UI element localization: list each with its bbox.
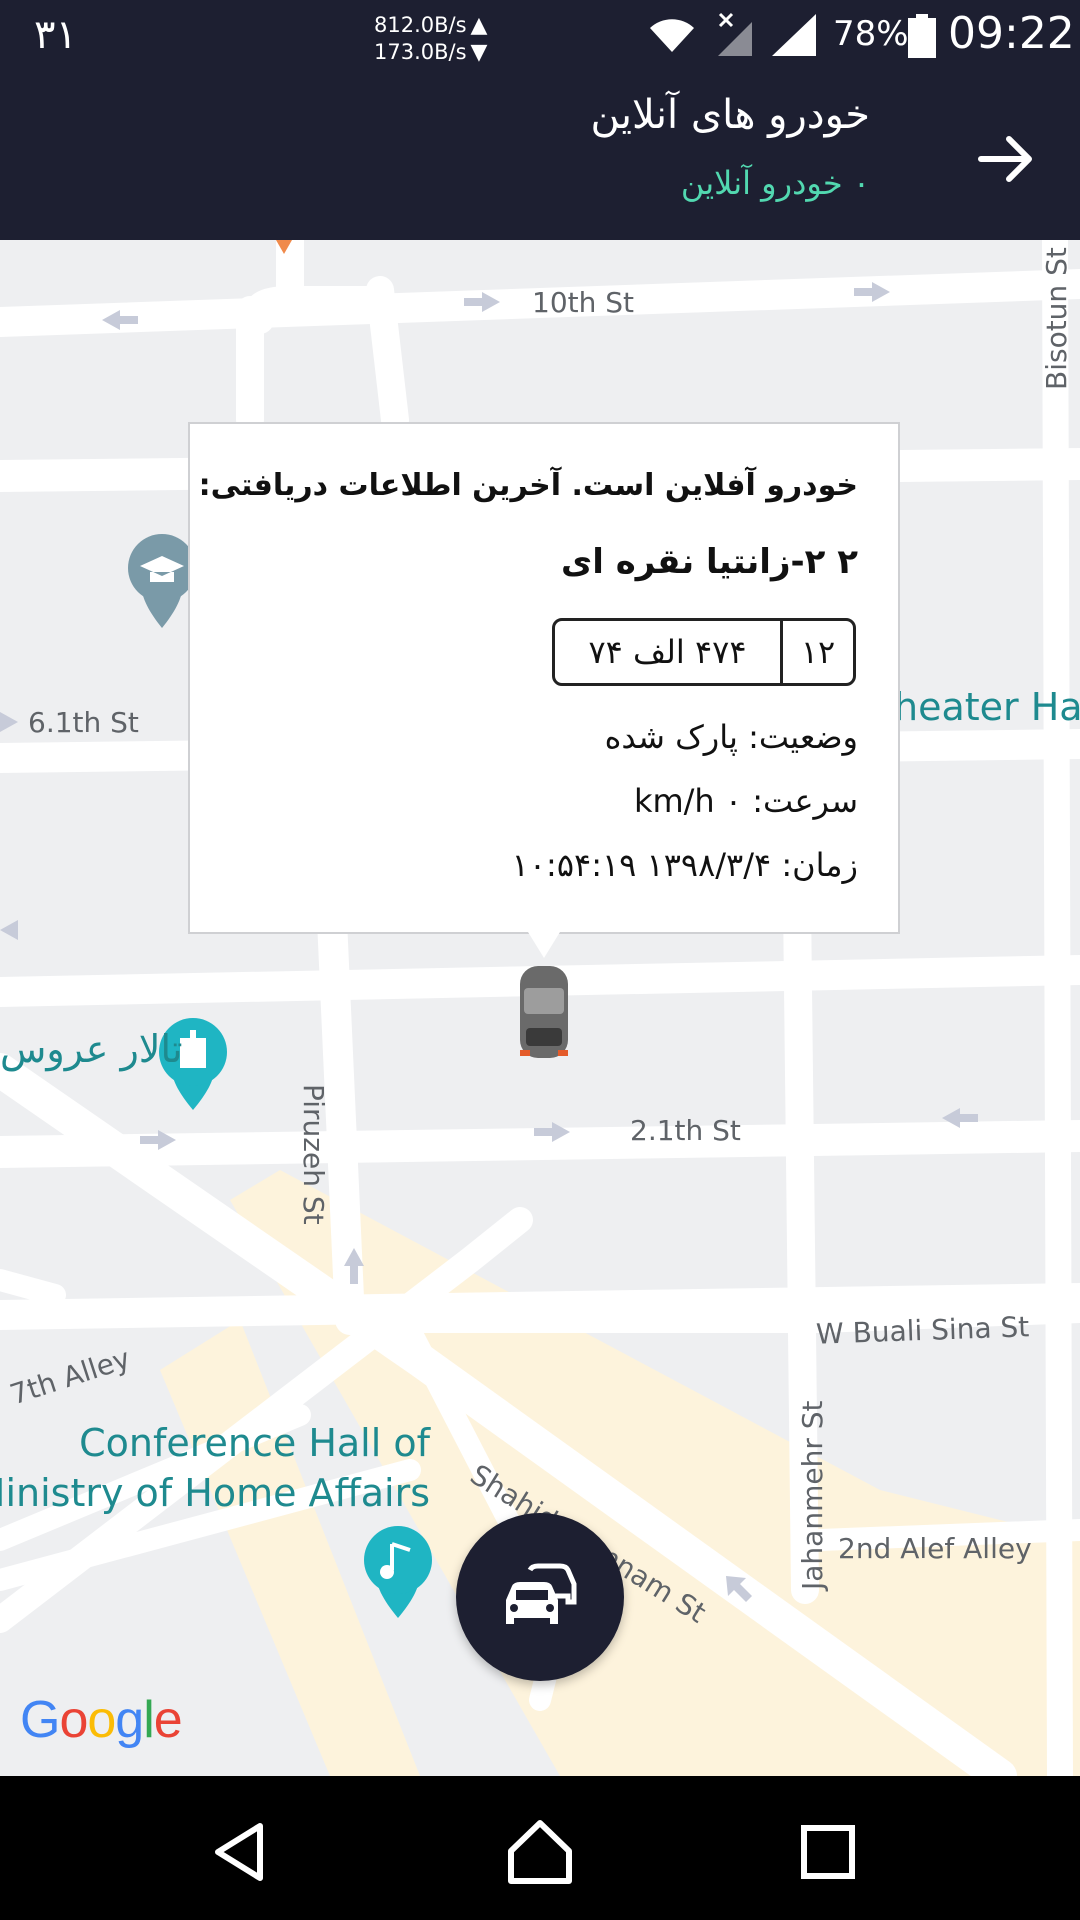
vehicle-speed: سرعت: ۰ km/h	[633, 782, 858, 820]
nav-recents-button[interactable]	[788, 1812, 868, 1892]
google-logo: Google	[20, 1691, 183, 1749]
popup-pointer	[528, 932, 560, 958]
vehicle-info-popup[interactable]: خودرو آفلاین است. آخرین اطلاعات دریافتی:…	[188, 422, 900, 934]
street-label: Jahanmehr St	[796, 1400, 829, 1590]
cars-icon	[506, 1563, 577, 1624]
street-label: 2nd Alef Alley	[838, 1532, 1032, 1565]
street-label: 6.1th St	[28, 706, 139, 739]
battery-icon	[908, 14, 936, 58]
license-plate: ۱۲ ۴۷۴ الف ۷۴	[552, 618, 856, 686]
signal-icon	[772, 14, 816, 56]
wifi-icon	[650, 19, 694, 52]
system-nav-bar	[0, 1776, 1080, 1920]
street-label: 2.1th St	[630, 1114, 741, 1147]
street-label: Bisotun St	[1040, 247, 1073, 390]
battery-percent: 78%	[833, 14, 909, 54]
online-count: ۰ خودرو آنلاین	[680, 164, 870, 202]
poi-theater-label[interactable]: heater Ha	[894, 682, 1080, 732]
app-bar: خودرو های آنلاین ۰ خودرو آنلاین	[0, 72, 1080, 240]
car-marker-icon	[520, 966, 568, 1058]
music-pin-icon	[364, 1526, 432, 1618]
notification-number: ۳۱	[34, 12, 77, 58]
plate-code: ۱۲	[780, 621, 853, 683]
signal-off-icon	[718, 12, 752, 56]
vehicles-fab-button[interactable]	[456, 1513, 624, 1681]
recents-icon	[801, 1825, 855, 1879]
poi-conference-label[interactable]: Conference Hall of Ministry of Home Affa…	[0, 1418, 430, 1518]
poi-wedding-label[interactable]: تالار عروس	[0, 1024, 183, 1074]
plate-number: ۴۷۴ الف ۷۴	[588, 633, 747, 671]
vehicle-time: زمان: ۱۳۹۸/۳/۴ ۱۰:۵۴:۱۹	[511, 846, 858, 884]
vehicle-name: ۲ ۲-زانتیا نقره ای	[561, 542, 858, 582]
back-icon	[215, 1823, 263, 1881]
street-label: Piruzeh St	[297, 1084, 330, 1225]
nav-back-button[interactable]	[200, 1812, 280, 1892]
home-icon	[508, 1820, 572, 1884]
net-down-text: 173.0B/s	[374, 40, 467, 64]
arrow-right-icon	[978, 136, 1032, 182]
vehicle-status: وضعیت: پارک شده	[604, 718, 858, 756]
network-speed: 812.0B/s ▲ 173.0B/s ▼	[374, 13, 488, 65]
page-title: خودرو های آنلاین	[590, 92, 870, 138]
street-label: 10th St	[532, 286, 635, 319]
clock: 09:22	[948, 8, 1075, 59]
popup-title: خودرو آفلاین است. آخرین اطلاعات دریافتی:	[198, 468, 858, 503]
status-bar: ۳۱ 812.0B/s ▲ 173.0B/s ▼ 78% 09:22	[0, 0, 1080, 72]
signal-icons	[650, 12, 816, 56]
back-button[interactable]	[962, 114, 1052, 204]
school-pin-icon	[128, 534, 196, 628]
net-up-text: 812.0B/s	[374, 13, 467, 37]
nav-home-button[interactable]	[500, 1812, 580, 1892]
